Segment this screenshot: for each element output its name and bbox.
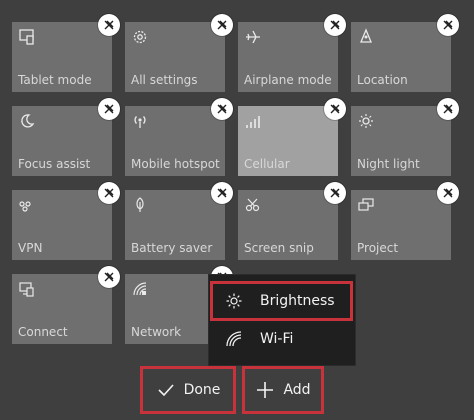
tile-label: Connect — [18, 325, 68, 339]
airplane-icon — [244, 28, 262, 46]
tile-label: Focus assist — [18, 157, 91, 171]
tile-night-light[interactable]: Night light — [351, 98, 459, 176]
tile-connect[interactable]: Connect — [12, 266, 120, 344]
tile-label: Battery saver — [131, 241, 213, 255]
unpin-icon[interactable] — [98, 98, 120, 120]
tile-label: Location — [357, 73, 408, 87]
tile-label: Airplane mode — [244, 73, 332, 87]
tile-location[interactable]: Location — [351, 14, 459, 92]
tile-project[interactable]: Project — [351, 182, 459, 260]
tile-label: Cellular — [244, 157, 290, 171]
unpin-icon[interactable] — [211, 182, 233, 204]
done-button[interactable]: Done — [140, 366, 236, 414]
tile-all-settings[interactable]: All settings — [125, 14, 233, 92]
unpin-icon[interactable] — [324, 98, 346, 120]
tile-focus-assist[interactable]: Focus assist — [12, 98, 120, 176]
tile-cellular[interactable]: Cellular — [238, 98, 346, 176]
tile-label: Night light — [357, 157, 420, 171]
tile-label: Network — [131, 325, 182, 339]
tile-screen-snip[interactable]: Screen snip — [238, 182, 346, 260]
tile-label: All settings — [131, 73, 198, 87]
tile-battery-saver[interactable]: Battery saver — [125, 182, 233, 260]
unpin-icon[interactable] — [324, 14, 346, 36]
unpin-icon[interactable] — [324, 182, 346, 204]
tile-label: VPN — [18, 241, 43, 255]
connect-icon — [18, 280, 36, 298]
location-icon — [357, 28, 375, 46]
tile-tablet-mode[interactable]: Tablet mode — [12, 14, 120, 92]
add-quick-action-menu: Brightness Wi-Fi — [208, 274, 356, 366]
tile-vpn[interactable]: VPN — [12, 182, 120, 260]
tile-label: Mobile hotspot — [131, 157, 220, 171]
unpin-icon[interactable] — [98, 182, 120, 204]
screen-snip-icon — [244, 196, 262, 214]
unpin-icon[interactable] — [437, 182, 459, 204]
vpn-icon — [18, 196, 36, 214]
checkmark-icon — [156, 380, 176, 400]
menu-item-label: Wi-Fi — [260, 331, 294, 347]
battery-saver-icon — [131, 196, 149, 214]
project-icon — [357, 196, 375, 214]
wifi-icon — [224, 329, 244, 349]
network-icon — [131, 280, 149, 298]
unpin-icon[interactable] — [98, 266, 120, 288]
unpin-icon[interactable] — [437, 98, 459, 120]
tile-airplane-mode[interactable]: Airplane mode — [238, 14, 346, 92]
plus-icon — [255, 380, 275, 400]
unpin-icon[interactable] — [437, 14, 459, 36]
unpin-icon[interactable] — [211, 14, 233, 36]
gear-icon — [131, 28, 149, 46]
tile-label: Tablet mode — [18, 73, 92, 87]
sun-icon — [357, 112, 375, 130]
done-label: Done — [183, 382, 221, 398]
unpin-icon[interactable] — [211, 98, 233, 120]
tile-label: Screen snip — [244, 241, 314, 255]
add-label: Add — [283, 382, 311, 398]
unpin-icon[interactable] — [98, 14, 120, 36]
cellular-signal-icon — [244, 112, 262, 130]
brightness-icon — [224, 291, 244, 311]
tile-label: Project — [357, 241, 399, 255]
menu-item-brightness[interactable]: Brightness — [210, 281, 353, 321]
hotspot-icon — [131, 112, 149, 130]
menu-item-wifi[interactable]: Wi-Fi — [212, 321, 351, 357]
menu-item-label: Brightness — [260, 293, 335, 309]
tablet-mode-icon — [18, 28, 36, 46]
add-button[interactable]: Add — [242, 366, 324, 414]
tile-mobile-hotspot[interactable]: Mobile hotspot — [125, 98, 233, 176]
moon-icon — [18, 112, 36, 130]
